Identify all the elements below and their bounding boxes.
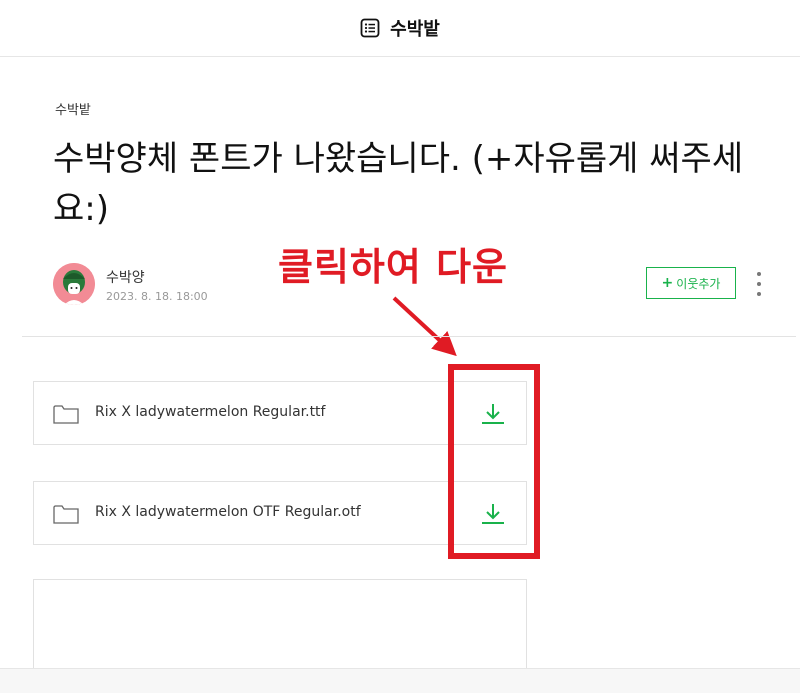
- more-dot: [757, 272, 761, 276]
- more-dot: [757, 292, 761, 296]
- folder-icon: [53, 504, 79, 528]
- post-title: 수박양체 폰트가 나왔습니다. (+자유롭게 써주세 요:): [53, 134, 773, 234]
- more-vertical-icon[interactable]: [752, 272, 766, 296]
- list-icon[interactable]: [360, 18, 380, 38]
- divider: [22, 336, 796, 337]
- post-date: 2023. 8. 18. 18:00: [106, 290, 208, 303]
- file-name[interactable]: Rix X ladywatermelon OTF Regular.otf: [95, 504, 361, 520]
- avatar[interactable]: [53, 263, 95, 305]
- blog-title[interactable]: 수박밭: [390, 15, 440, 41]
- annotation-highlight-box: [448, 364, 540, 559]
- post-category[interactable]: 수박밭: [55, 99, 91, 118]
- top-bar-inner: 수박밭: [0, 0, 800, 56]
- file-name[interactable]: Rix X ladywatermelon Regular.ttf: [95, 404, 325, 420]
- follow-button[interactable]: + 이웃추가: [646, 267, 736, 299]
- bottom-bar: [0, 668, 800, 693]
- top-bar: 수박밭: [0, 0, 800, 57]
- post-title-line1: 수박양체 폰트가 나왔습니다. (+자유롭게 써주세: [53, 139, 744, 179]
- annotation-text: 클릭하여 다운: [278, 245, 508, 289]
- plus-icon: +: [661, 275, 674, 291]
- author-name[interactable]: 수박양: [106, 267, 145, 287]
- folder-icon: [53, 404, 79, 428]
- more-dot: [757, 282, 761, 286]
- post-title-line2: 요:): [53, 189, 109, 229]
- follow-label: 이웃추가: [676, 276, 721, 291]
